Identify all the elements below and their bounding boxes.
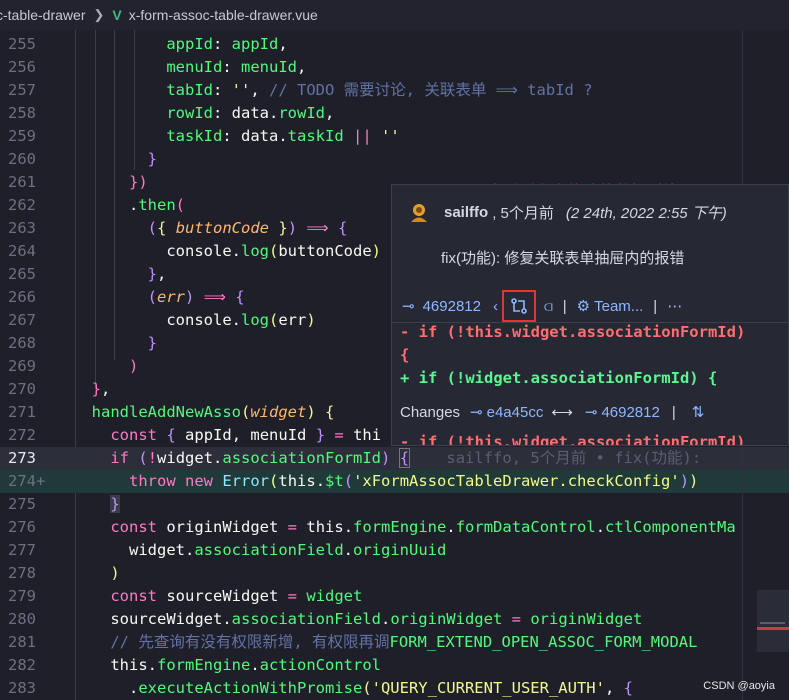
minimap-line — [760, 622, 785, 624]
code-line: 258 rowId: data.rowId, — [8, 104, 335, 122]
breadcrumb-parent[interactable]: c-table-drawer — [0, 7, 85, 23]
watermark: CSDN @aoyia — [703, 680, 775, 692]
code-line: 257 tabId: '', // TODO 需要讨论, 关联表单 ⟹ tabI… — [8, 81, 593, 99]
commit-icon: ⊸ — [584, 404, 598, 421]
blame-hover-popup: sailffo , 5个月前 (2 24th, 2022 2:55 下午) fi… — [391, 184, 789, 446]
code-line: 283 .executeActionWithPromise('QUERY_CUR… — [8, 679, 633, 697]
compare-icon[interactable]: ⇅ — [692, 403, 705, 421]
commit-icon: ⊸ — [470, 404, 483, 421]
code-line: 276 const originWidget = this.formEngine… — [8, 518, 736, 536]
chevron-right-icon: ❯ — [93, 7, 105, 22]
diff-line-removed: - if (!this.widget.associationFormId) — [400, 323, 746, 341]
team-icon: ⚙ — [576, 298, 591, 315]
diff-line-removed: { — [400, 346, 410, 364]
compare-icon — [511, 298, 527, 314]
minimap-change-marker — [757, 627, 789, 630]
popup-actions-bar: ⊸ 4692812 ‹ ⫏ | ⚙ Team... | ⋯ — [402, 290, 682, 322]
code-line-current: 273 if (!widget.associationFormId) { sai… — [0, 447, 789, 470]
code-line: 275 } — [8, 495, 120, 513]
diff-line-removed: - if (!this.widget.associationFormId) — [400, 433, 746, 446]
chevron-left-icon[interactable]: ‹ — [493, 298, 498, 315]
to-hash-link[interactable]: 4692812 — [601, 404, 659, 421]
code-line: 280 sourceWidget.associationField.origin… — [8, 610, 643, 628]
team-link[interactable]: Team... — [594, 298, 643, 315]
breadcrumb: c-table-drawer ❯ V x-form-assoc-table-dr… — [0, 0, 789, 30]
minimap[interactable] — [757, 590, 789, 652]
code-line: 255 appId: appId, — [8, 35, 288, 53]
breadcrumb-file[interactable]: x-form-assoc-table-drawer.vue — [129, 7, 318, 23]
code-line: 260 } — [8, 150, 157, 168]
diff-line-added: + if (!widget.associationFormId) { — [400, 369, 718, 387]
compare-changes-button[interactable] — [501, 290, 536, 322]
commit-hash-link[interactable]: 4692812 — [423, 298, 481, 315]
code-line: 278 ) — [8, 564, 120, 582]
divider: | — [671, 403, 676, 421]
commit-message: fix(功能): 修复关联表单抽屉内的报错 — [441, 250, 685, 267]
code-line: 259 taskId: data.taskId || '' — [8, 127, 400, 145]
more-icon[interactable]: ⋯ — [667, 297, 682, 315]
code-line: 279 const sourceWidget = widget — [8, 587, 363, 605]
commit-author[interactable]: sailffo — [444, 204, 488, 221]
code-line: 277 widget.associationField.originUuid — [8, 541, 447, 559]
code-line: 282 this.formEngine.actionControl — [8, 656, 381, 674]
open-changes-icon[interactable]: ⫏ — [544, 298, 553, 315]
commit-icon: ⊸ — [402, 298, 415, 315]
divider: | — [562, 297, 567, 315]
commit-relative-time: , 5个月前 — [492, 204, 554, 222]
code-line: 281 // 先查询有没有权限新增, 有权限再调FORM_EXTEND_OPEN… — [8, 633, 698, 651]
divider: | — [653, 297, 658, 315]
avatar-icon — [411, 204, 427, 222]
changes-row: Changes ⊸ e4a45cc ⟷ ⊸ 4692812 | ⇅ — [400, 403, 705, 422]
code-line-changed: 274 + throw new Error(this.$t('xFormAssoc… — [0, 470, 789, 493]
inline-blame: sailffo, 5个月前 • fix(功能): — [446, 449, 702, 467]
from-hash-link[interactable]: e4a45cc — [487, 404, 544, 421]
compare-arrow-icon: ⟷ — [551, 404, 573, 421]
vue-file-icon: V — [112, 7, 122, 23]
popup-header: sailffo , 5个月前 (2 24th, 2022 2:55 下午) — [408, 201, 727, 223]
changes-label: Changes — [400, 403, 461, 421]
commit-date: (2 24th, 2022 2:55 下午) — [565, 204, 727, 222]
code-line: 256 menuId: menuId, — [8, 58, 307, 76]
